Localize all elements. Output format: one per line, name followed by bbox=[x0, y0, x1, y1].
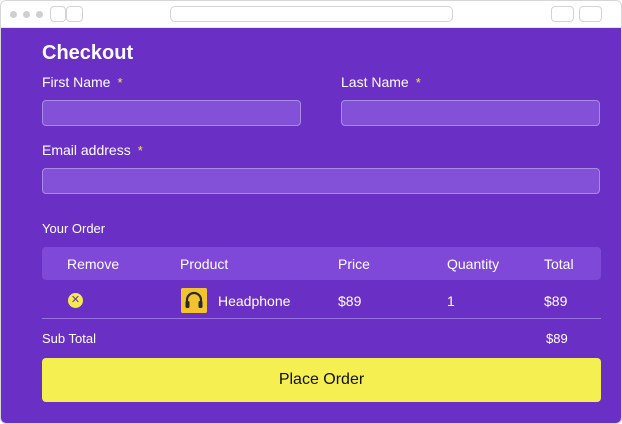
first-name-label-text: First Name bbox=[42, 74, 111, 90]
first-name-input[interactable] bbox=[42, 100, 301, 126]
product-name: Headphone bbox=[218, 293, 291, 309]
order-table-header: Remove Product Price Quantity Total bbox=[42, 247, 601, 280]
column-quantity: Quantity bbox=[447, 256, 500, 272]
window-dot bbox=[36, 11, 43, 18]
required-mark: * bbox=[117, 75, 123, 90]
column-product: Product bbox=[180, 256, 229, 272]
product-quantity: 1 bbox=[447, 293, 455, 309]
sidebar-toggle-button[interactable] bbox=[50, 6, 66, 22]
required-mark: * bbox=[137, 143, 143, 158]
tab-overview-button[interactable] bbox=[66, 6, 83, 22]
new-tab-button[interactable] bbox=[579, 6, 602, 22]
last-name-input[interactable] bbox=[341, 100, 600, 126]
your-order-heading: Your Order bbox=[42, 221, 106, 236]
last-name-label: Last Name * bbox=[341, 74, 421, 90]
checkout-page: Checkout First Name * Last Name * Email ad… bbox=[1, 28, 621, 423]
page-title: Checkout bbox=[42, 42, 134, 64]
column-remove: Remove bbox=[67, 256, 120, 272]
headphone-icon bbox=[181, 288, 207, 313]
place-order-button[interactable]: Place Order bbox=[42, 358, 601, 402]
first-name-label: First Name * bbox=[42, 74, 123, 90]
product-price: $89 bbox=[338, 293, 362, 309]
browser-chrome bbox=[1, 1, 621, 28]
row-divider bbox=[42, 318, 601, 319]
email-label: Email address * bbox=[42, 142, 143, 158]
window-dot bbox=[23, 11, 30, 18]
email-label-text: Email address bbox=[42, 142, 131, 158]
table-row: ✕ Headphone $89 1 $89 bbox=[42, 284, 601, 318]
column-price: Price bbox=[338, 256, 370, 272]
column-total: Total bbox=[544, 256, 574, 272]
browser-window: Checkout First Name * Last Name * Email ad… bbox=[0, 0, 622, 424]
address-bar[interactable] bbox=[170, 6, 453, 22]
product-total: $89 bbox=[544, 293, 568, 309]
email-input[interactable] bbox=[42, 168, 600, 194]
required-mark: * bbox=[415, 75, 421, 90]
window-dot bbox=[10, 11, 17, 18]
remove-x-icon[interactable]: ✕ bbox=[68, 293, 83, 308]
subtotal-value: $89 bbox=[546, 331, 568, 346]
last-name-label-text: Last Name bbox=[341, 74, 409, 90]
subtotal-label: Sub Total bbox=[42, 331, 96, 346]
share-button[interactable] bbox=[551, 6, 574, 22]
